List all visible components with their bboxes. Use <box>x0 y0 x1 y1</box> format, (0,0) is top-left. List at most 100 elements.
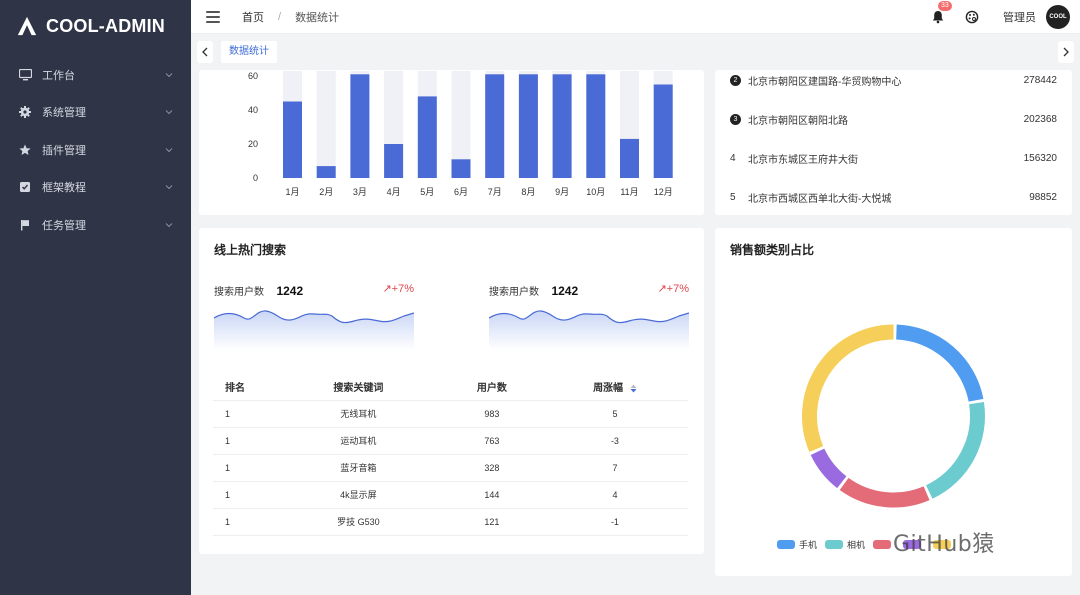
bar[interactable] <box>620 138 639 178</box>
rank-number: 2 <box>730 75 741 86</box>
donut-slice[interactable] <box>810 448 847 489</box>
rank-number: 5 <box>730 192 736 203</box>
x-tick-label: 6月 <box>454 187 468 197</box>
tabs-bar: 数据统计 <box>191 34 1080 70</box>
legend-swatch <box>777 540 795 549</box>
cell-rank: 1 <box>213 454 275 482</box>
bar[interactable] <box>653 84 673 179</box>
tabs-scroll-left-button[interactable] <box>197 41 213 63</box>
palette-icon[interactable] <box>965 10 979 24</box>
donut-slice[interactable] <box>895 324 984 402</box>
watermark: GitHub猿 <box>893 532 995 557</box>
bar[interactable] <box>283 101 302 179</box>
store-name: 北京市朝阳区建国路-华贸购物中心 <box>748 77 902 88</box>
column-header-label: 周涨幅 <box>593 383 624 395</box>
bar[interactable] <box>518 74 538 178</box>
sidebar-item-workbench[interactable]: 工作台 <box>0 56 191 94</box>
sidebar-item-tutorial[interactable]: 框架教程 <box>0 169 191 207</box>
chevron-down-icon <box>165 72 173 77</box>
bar[interactable] <box>316 166 336 178</box>
tabs-scroll-right-button[interactable] <box>1058 41 1074 63</box>
sidebar-item-system[interactable]: 系统管理 <box>0 94 191 132</box>
store-value: 202368 <box>1023 114 1057 125</box>
card-title: 线上热门搜索 <box>214 243 287 257</box>
notification-button[interactable]: 33 <box>931 0 952 24</box>
search-sparkline <box>214 310 414 350</box>
cell-keyword: 运动耳机 <box>275 427 442 455</box>
bar[interactable] <box>417 96 437 178</box>
list-item: 2 北京市朝阳区建国路-华贸购物中心 278442 <box>730 73 1057 88</box>
table-row[interactable]: 1 运动耳机 763 -3 <box>213 427 688 455</box>
sidebar-item-label: 任务管理 <box>42 219 86 232</box>
legend-label: 相机 <box>847 540 866 550</box>
avatar[interactable]: COOL <box>1046 4 1070 29</box>
star-icon <box>18 143 32 157</box>
chevron-down-icon <box>165 222 173 227</box>
search-sparkline <box>489 310 689 350</box>
table-row[interactable]: 1 4k显示屏 144 4 <box>213 481 688 509</box>
store-value: 98852 <box>1029 192 1057 203</box>
cell-users: 144 <box>441 481 542 509</box>
x-tick-label: 1月 <box>285 187 299 197</box>
cell-keyword: 蓝牙音箱 <box>275 454 442 482</box>
breadcrumb-current: 数据统计 <box>295 11 340 24</box>
x-tick-label: 5月 <box>420 187 434 197</box>
breadcrumb-home[interactable]: 首页 <box>242 9 264 25</box>
cell-users: 121 <box>441 508 542 536</box>
sidebar-item-tasks[interactable]: 任务管理 <box>0 206 191 244</box>
x-tick-label: 10月 <box>586 187 605 197</box>
tab-data-statistics[interactable]: 数据统计 <box>221 41 277 63</box>
store-name: 北京市西城区西单北大街-大悦城 <box>748 194 892 205</box>
stat-trend: ↗+7% <box>657 283 689 295</box>
table-row[interactable]: 1 蓝牙音箱 328 7 <box>213 454 688 482</box>
cell-users: 983 <box>441 400 542 428</box>
x-tick-label: 2月 <box>319 187 333 197</box>
column-header-rank: 排名 <box>213 374 275 401</box>
list-item: 3 北京市朝阳区朝阳北路 202368 <box>730 112 1057 127</box>
bar[interactable] <box>350 74 370 178</box>
table-row[interactable]: 1 罗技 G530 121 -1 <box>213 508 688 536</box>
breadcrumb-separator: / <box>278 10 282 23</box>
donut-slice[interactable] <box>839 477 930 508</box>
store-value: 278442 <box>1023 75 1057 86</box>
sidebar-item-label: 系统管理 <box>42 107 86 120</box>
menu-toggle-icon[interactable] <box>206 10 220 23</box>
bar[interactable] <box>552 74 572 178</box>
notification-badge: 33 <box>938 0 952 11</box>
sidebar-item-label: 工作台 <box>42 69 75 82</box>
list-item: 4 北京市东城区王府井大街 156320 <box>730 151 1057 166</box>
legend-swatch <box>825 540 844 549</box>
sort-icon[interactable] <box>630 384 637 393</box>
bar[interactable] <box>485 74 505 178</box>
donut-slice[interactable] <box>925 402 985 499</box>
store-name: 北京市东城区王府井大街 <box>748 155 858 166</box>
bar-background <box>316 70 336 178</box>
bar[interactable] <box>451 159 471 178</box>
stat-label: 搜索用户数 <box>489 287 539 298</box>
x-tick-label: 12月 <box>654 187 673 197</box>
logo-icon <box>17 16 37 36</box>
table-row[interactable]: 1 无线耳机 983 5 <box>213 400 688 428</box>
y-tick-label: 60 <box>248 71 258 81</box>
column-header-weekly-change[interactable]: 周涨幅 <box>541 374 688 401</box>
stat-trend: ↗+7% <box>382 283 414 295</box>
bar[interactable] <box>384 144 404 178</box>
username[interactable]: 管理员 <box>1003 9 1036 25</box>
bar[interactable] <box>586 74 606 178</box>
column-header-keyword: 搜索关键词 <box>275 374 442 401</box>
y-tick-label: 40 <box>248 105 258 115</box>
stat-value: 1242 <box>551 284 579 298</box>
monitor-icon <box>18 68 32 82</box>
cell-users: 763 <box>441 427 542 455</box>
keyword-table: 排名 搜索关键词 用户数 周涨幅 1 无线耳机 983 5 1 运动耳机 763 -3 1 蓝牙音… <box>213 374 688 536</box>
monthly-sales-card: 0 20 40 60 1月 2月 3月 4月 5月 6月 7月 8月 9月 10月 11月 12月 <box>199 70 704 215</box>
legend-item[interactable]: 手机 <box>777 538 817 551</box>
legend-item[interactable] <box>873 540 895 549</box>
sidebar-item-plugins[interactable]: 插件管理 <box>0 131 191 169</box>
app-logo[interactable]: COOL-ADMIN <box>0 0 191 52</box>
legend-item[interactable]: 相机 <box>825 538 865 551</box>
chevron-down-icon <box>165 185 173 190</box>
bell-icon <box>932 10 944 23</box>
sidebar-item-label: 插件管理 <box>42 144 86 157</box>
donut-slice[interactable] <box>802 324 894 453</box>
